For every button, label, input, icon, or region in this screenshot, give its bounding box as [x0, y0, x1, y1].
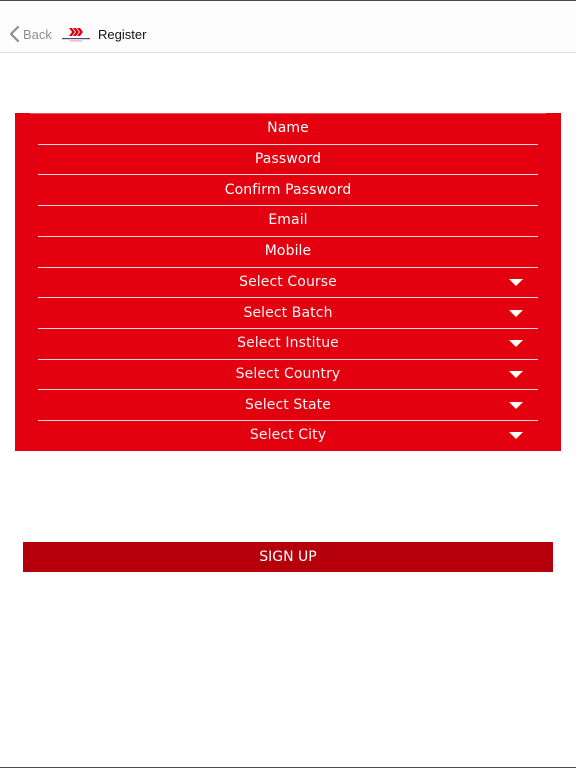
input-placeholder: Email: [268, 212, 308, 229]
input-mobile[interactable]: Mobile: [15, 236, 561, 267]
input-email[interactable]: Email: [15, 205, 561, 236]
dropdown-select-course[interactable]: Select Course: [15, 267, 561, 298]
dropdown-select-state[interactable]: Select State: [15, 389, 561, 420]
dropdown-select-city[interactable]: Select City: [15, 420, 561, 451]
dropdown-label: Select Institue: [237, 335, 339, 352]
registration-form: Name Password Confirm Password Email Mobile S…: [15, 113, 561, 451]
navigation-bar: Back Register: [0, 1, 576, 53]
dropdown-label: Select State: [245, 396, 331, 413]
dropdown-arrow-icon[interactable]: [509, 401, 523, 409]
brand-logo-icon: [62, 28, 90, 42]
dropdown-label: Select City: [249, 427, 327, 444]
dropdown-select-batch[interactable]: Select Batch: [15, 297, 561, 328]
back-label: Back: [23, 26, 52, 42]
dropdown-arrow-icon[interactable]: [509, 278, 523, 286]
dropdown-label: Select Course: [239, 273, 337, 290]
dropdown-arrow-icon[interactable]: [509, 432, 523, 440]
input-password[interactable]: Password: [15, 144, 561, 175]
sign-up-button[interactable]: SIGN UP: [23, 542, 553, 572]
dropdown-arrow-icon[interactable]: [509, 340, 523, 348]
dropdown-label: Select Batch: [243, 304, 333, 321]
input-confirm-password[interactable]: Confirm Password: [15, 174, 561, 205]
input-placeholder: Confirm Password: [224, 181, 352, 198]
dropdown-arrow-icon[interactable]: [509, 370, 523, 378]
dropdown-arrow-icon[interactable]: [509, 309, 523, 317]
dropdown-select-country[interactable]: Select Country: [15, 359, 561, 390]
page-title: Register: [98, 27, 147, 42]
chevron-left-icon: [9, 25, 20, 43]
input-placeholder: Name: [267, 120, 309, 137]
input-name[interactable]: Name: [15, 113, 561, 144]
input-placeholder: Mobile: [264, 243, 312, 260]
input-placeholder: Password: [254, 151, 322, 168]
dropdown-select-institue[interactable]: Select Institue: [15, 328, 561, 359]
back-button[interactable]: Back: [8, 23, 52, 45]
dropdown-label: Select Country: [235, 365, 341, 382]
